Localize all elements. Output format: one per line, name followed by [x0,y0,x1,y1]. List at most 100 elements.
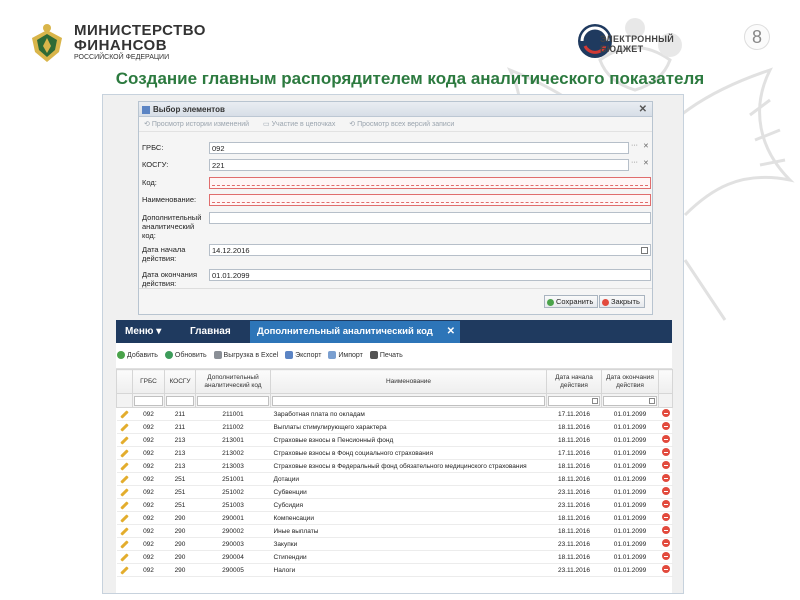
tab-additional-code[interactable]: Дополнительный аналитический код ✕ [250,321,460,343]
header-start-date[interactable]: Дата начала действия [546,369,602,394]
table-row[interactable]: 092 290 290004 Стипендии 18.11.2016 01.01.209… [116,550,673,564]
grbs-select-icon[interactable]: ··· [631,142,638,149]
table-row[interactable]: 092 251 251002 Субвенции 23.11.2016 01.01.209… [116,485,673,499]
grbs-input[interactable]: 092 [209,142,629,154]
table-row[interactable]: 092 290 290005 Налоги 23.11.2016 01.01.2099 [116,563,673,577]
table-row[interactable]: 092 251 251003 Субсидия 23.11.2016 01.01.2099 [116,498,673,512]
header-additional-code[interactable]: Дополнительный аналитический код [195,369,271,394]
filter-code-input[interactable] [197,395,269,406]
pencil-icon[interactable] [120,474,129,484]
additional-code-input[interactable] [209,212,651,224]
name-input[interactable] [209,194,651,206]
import-button[interactable]: Импорт [328,351,363,360]
menu-button[interactable]: Меню ▾ [125,320,161,343]
delete-icon[interactable] [661,513,670,521]
cell-name: Дотации [270,472,547,486]
table-row[interactable]: 092 213 213003 Страховые взносы в Федеральн… [116,459,673,473]
export-label: Экспорт [295,352,322,359]
electronic-budget-text: ЭЛЕКТРОННЫЙ БЮДЖЕТ [600,34,674,54]
delete-icon[interactable] [661,500,670,508]
add-icon [117,351,125,360]
calendar-icon[interactable] [649,397,655,404]
kosgu-input[interactable]: 221 [209,159,629,171]
table-row[interactable]: 092 213 213001 Страховые взносы в Пенсионны… [116,433,673,447]
header-grbs[interactable]: ГРБС [132,369,165,394]
field-code: Код: [139,175,652,191]
filter-name-input[interactable] [272,395,545,406]
delete-cell [658,498,673,512]
delete-icon[interactable] [661,565,670,573]
delete-cell [658,407,673,421]
filter-start-date-input[interactable] [548,395,600,406]
pencil-icon[interactable] [120,513,129,523]
delete-icon[interactable] [661,526,670,534]
versions-tool[interactable]: ⟲ Просмотр всех версий записи [349,121,460,128]
pencil-icon[interactable] [120,435,129,445]
save-button[interactable]: Сохранить [544,295,599,308]
delete-icon[interactable] [661,552,670,560]
ministry-emblem-icon [32,24,62,62]
kosgu-clear-icon[interactable]: ✕ [643,159,649,167]
excel-export-button[interactable]: Выгрузка в Excel [213,351,278,360]
pencil-icon[interactable] [120,448,129,458]
filter-end-date-input[interactable] [603,395,657,406]
filter-kosgu-input[interactable] [166,395,194,406]
cell-code: 251003 [195,498,271,512]
calendar-icon[interactable] [641,247,648,254]
header-name[interactable]: Наименование [270,369,547,394]
pencil-icon[interactable] [120,539,129,549]
filter-grbs-input[interactable] [134,395,163,406]
cell-end-date: 01.01.2099 [601,498,659,512]
cell-end-date: 01.01.2099 [601,524,659,538]
code-input[interactable] [209,177,651,189]
delete-icon[interactable] [661,435,670,443]
pencil-icon[interactable] [120,552,129,562]
tab-main[interactable]: Главная [190,320,231,343]
table-row[interactable]: 092 211 211002 Выплаты стимулирующего харак… [116,420,673,434]
delete-cell [658,472,673,486]
delete-icon[interactable] [661,409,670,417]
delete-icon[interactable] [661,474,670,482]
pencil-icon[interactable] [120,461,129,471]
close-button[interactable]: Закрыть [599,295,645,308]
pencil-icon[interactable] [120,526,129,536]
export-button[interactable]: Экспорт [285,351,322,360]
start-date-input[interactable]: 14.12.2016 [209,244,651,256]
pencil-icon[interactable] [120,500,129,510]
app-screenshot: Выбор элементов ✕ ⟲ Просмотр истории изм… [102,94,684,594]
table-row[interactable]: 092 251 251001 Дотации 18.11.2016 01.01.2099 [116,472,673,486]
delete-icon[interactable] [661,487,670,495]
grbs-clear-icon[interactable]: ✕ [643,142,649,150]
delete-icon[interactable] [661,461,670,469]
pencil-icon[interactable] [120,422,129,432]
print-button[interactable]: Печать [369,351,403,360]
cell-end-date: 01.01.2099 [601,420,659,434]
delete-icon[interactable] [661,539,670,547]
table-row[interactable]: 092 290 290002 Иные выплаты 18.11.2016 01.01.… [116,524,673,538]
refresh-label: Обновить [174,352,207,359]
end-date-input[interactable]: 01.01.2099 [209,269,651,281]
pencil-icon[interactable] [120,565,129,575]
dialog-close-icon[interactable]: ✕ [639,102,647,117]
refresh-button[interactable]: Обновить [164,351,207,360]
table-row[interactable]: 092 213 213002 Страховые взносы в Фонд соци… [116,446,673,460]
table-row[interactable]: 092 290 290003 Закупки 23.11.2016 01.01.2099 [116,537,673,551]
header-kosgu[interactable]: КОСГУ [164,369,196,394]
add-button[interactable]: Добавить [117,351,158,360]
table-row[interactable]: 092 290 290001 Компенсации 18.11.2016 01.01.2… [116,511,673,525]
cell-name: Субвенции [270,485,547,499]
table-row[interactable]: 092 211 211001 Заработная плата по окладам 1… [116,407,673,421]
cell-start-date: 23.11.2016 [546,563,602,577]
header-end-date[interactable]: Дата окончания действия [601,369,659,394]
chains-tool[interactable]: ▭ Участие в цепочках [263,121,341,128]
pencil-icon[interactable] [120,409,129,419]
history-tool[interactable]: ⟲ Просмотр истории изменений [144,121,255,128]
close-tab-icon[interactable]: ✕ [447,321,455,343]
cell-code: 251001 [195,472,271,486]
cell-end-date: 01.01.2099 [601,472,659,486]
delete-icon[interactable] [661,448,670,456]
calendar-icon[interactable] [592,397,598,404]
delete-icon[interactable] [661,422,670,430]
pencil-icon[interactable] [120,487,129,497]
kosgu-select-icon[interactable]: ··· [631,159,638,166]
